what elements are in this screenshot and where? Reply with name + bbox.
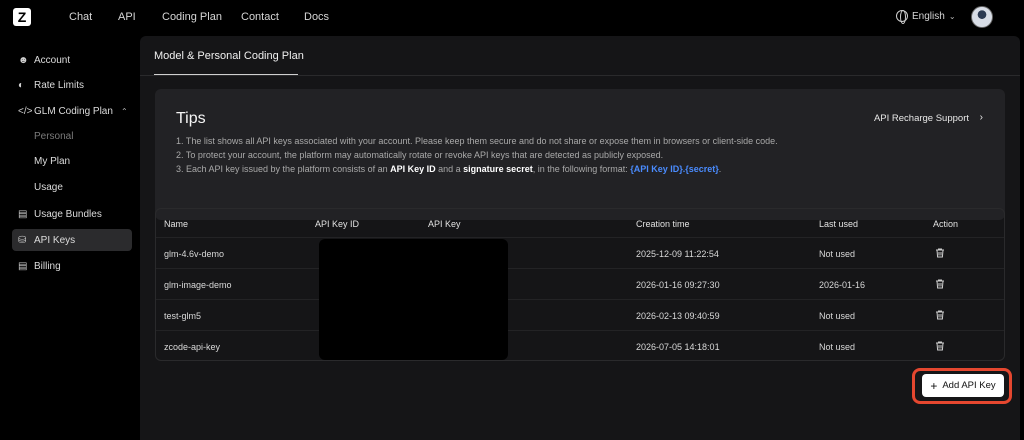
tab-model-personal-coding-plan[interactable]: Model & Personal Coding Plan [154, 50, 304, 62]
sidebar-subitem-usage[interactable]: Usage [34, 182, 63, 193]
key-name: glm-4.6v-demo [164, 249, 225, 259]
plus-icon: + [930, 378, 938, 393]
nav-link-api[interactable]: API [118, 11, 136, 23]
sidebar-subitem-my-plan[interactable]: My Plan [34, 156, 70, 167]
column-header-api-key-id: API Key ID [315, 219, 360, 229]
nav-link-chat[interactable]: Chat [69, 11, 92, 23]
tip-line-3-prefix: 3. Each API key issued by the platform c… [176, 164, 391, 174]
sidebar-item-usage-bundles[interactable]: ▤ Usage Bundles [12, 203, 132, 225]
trash-icon[interactable] [934, 309, 946, 321]
table-row: glm-4.6v-demo 2025-12-09 11:22:54 Not us… [156, 237, 1004, 268]
sidebar-item-label: Billing [34, 260, 61, 272]
sidebar-item-label: Account [34, 54, 71, 66]
api-keys-table: Name API Key ID API Key Creation time La… [155, 208, 1005, 361]
sidebar-item-billing[interactable]: ▤ Billing [12, 255, 132, 277]
sidebar-item-api-keys[interactable]: ⛁ API Keys [12, 229, 132, 251]
billing-icon: ▤ [18, 260, 28, 272]
tip-api-key-id-bold: API Key ID [390, 164, 436, 174]
table-row: test-glm5 2026-02-13 09:40:59 Not used [156, 299, 1004, 330]
nav-link-coding-plan[interactable]: Coding Plan [162, 11, 222, 23]
tip-key-format-code: {API Key ID}.{secret} [630, 164, 719, 174]
tip-signature-secret-bold: signature secret [463, 164, 533, 174]
key-icon: ⛁ [18, 234, 27, 246]
tips-title: Tips [176, 110, 206, 127]
tab-divider [140, 75, 1020, 76]
main-panel: Model & Personal Coding Plan Tips API Re… [140, 36, 1020, 440]
creation-time: 2026-01-16 09:27:30 [636, 280, 720, 290]
tip-line-3-end: . [718, 164, 722, 174]
trash-icon[interactable] [934, 278, 946, 290]
key-name: zcode-api-key [164, 342, 221, 352]
key-name: test-glm5 [164, 311, 202, 321]
user-icon: ☻ [18, 54, 29, 66]
top-navbar: Z Chat API Coding Plan Contact Docs Engl… [0, 0, 1024, 34]
sidebar-item-glm-coding-plan[interactable]: </> GLM Coding Plan ⌃ [12, 100, 132, 122]
column-header-creation-time: Creation time [636, 219, 690, 229]
tip-line-2: 2. To protect your account, the platform… [176, 150, 664, 160]
redacted-keys-mask [319, 239, 508, 360]
language-selector[interactable]: English ⌄ [896, 10, 956, 24]
user-avatar[interactable] [971, 6, 993, 28]
nav-link-docs[interactable]: Docs [304, 11, 329, 23]
column-header-api-key: API Key [428, 219, 461, 229]
chevron-right-icon[interactable]: › [980, 112, 983, 123]
sidebar-item-label: Usage Bundles [34, 208, 102, 220]
column-header-name: Name [164, 219, 189, 229]
key-name: glm-image-demo [164, 280, 232, 290]
sidebar-item-account[interactable]: ☻ Account [12, 49, 132, 71]
creation-time: 2025-12-09 11:22:54 [636, 249, 719, 259]
creation-time: 2026-07-05 14:18:01 [636, 342, 720, 352]
tips-panel: Tips API Recharge Support › 1. The list … [155, 89, 1005, 220]
tip-line-3: 3. Each API key issued by the platform c… [176, 164, 721, 174]
api-recharge-support-link[interactable]: API Recharge Support [874, 113, 969, 124]
trash-icon[interactable] [934, 340, 946, 352]
table-row: zcode-api-key 2026-07-05 14:18:01 Not us… [156, 330, 1004, 361]
sidebar: ☻ Account ◐ Rate Limits </> GLM Coding P… [0, 44, 140, 440]
nav-link-contact[interactable]: Contact [241, 11, 279, 23]
table-row: glm-image-demo 2026-01-16 09:27:30 2026-… [156, 268, 1004, 299]
language-label: English [912, 10, 945, 22]
last-used: Not used [819, 342, 856, 352]
trash-icon[interactable] [934, 247, 946, 259]
calendar-icon: ▤ [18, 208, 28, 220]
chevron-down-icon: ⌄ [948, 11, 956, 21]
tip-line-3-mid: and a [435, 164, 464, 174]
sidebar-item-label: GLM Coding Plan [34, 105, 113, 117]
last-used: Not used [819, 249, 856, 259]
chevron-up-icon: ⌃ [120, 106, 128, 116]
z-logo[interactable]: Z [13, 8, 31, 26]
last-used: 2026-01-16 [819, 280, 866, 290]
last-used: Not used [819, 311, 856, 321]
globe-icon [896, 10, 908, 24]
add-api-key-button[interactable]: + Add API Key [922, 374, 1004, 397]
sidebar-item-rate-limits[interactable]: ◐ Rate Limits [12, 74, 132, 96]
creation-time: 2026-02-13 09:40:59 [636, 311, 720, 321]
tip-line-1: 1. The list shows all API keys associate… [176, 136, 778, 146]
sidebar-item-label: Rate Limits [34, 79, 85, 91]
tip-line-3-after: , in the following format: [532, 164, 631, 174]
add-api-key-label: Add API Key [942, 380, 996, 391]
code-icon: </> [18, 105, 33, 117]
column-header-last-used: Last used [819, 219, 859, 229]
gauge-icon: ◐ [18, 79, 25, 91]
sidebar-item-label: API Keys [34, 234, 76, 246]
column-header-action: Action [933, 219, 959, 229]
sidebar-subitem-personal[interactable]: Personal [34, 131, 73, 142]
